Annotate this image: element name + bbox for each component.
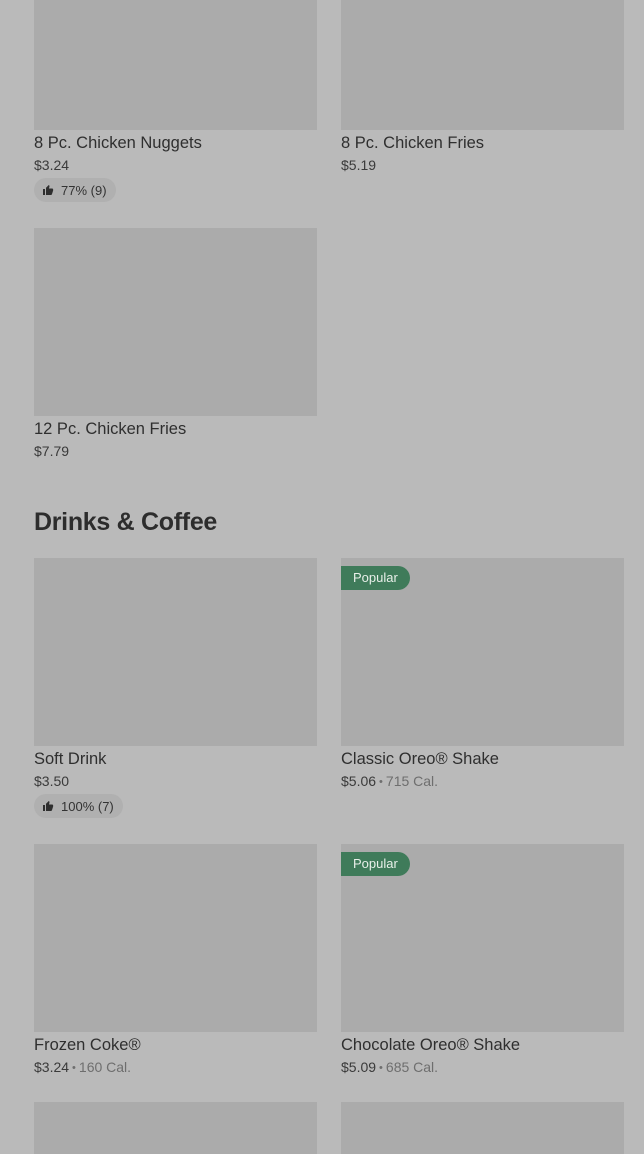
item-name: Soft Drink (34, 750, 107, 768)
item-name: 8 Pc. Chicken Nuggets (34, 134, 202, 152)
menu-item-card[interactable]: Popular Classic Oreo® Shake $5.06 • 715 Ca… (341, 558, 624, 792)
rating-text: 100% (7) (61, 798, 114, 814)
item-name: Classic Oreo® Shake (341, 750, 499, 768)
menu-item-card[interactable]: 12 Pc. Chicken Fries $7.79 (34, 228, 317, 460)
item-calories: 715 Cal. (385, 773, 439, 789)
item-price-row: $3.24 • 160 Cal. (34, 1058, 317, 1078)
item-price: $5.06 (341, 773, 377, 789)
menu-item-card[interactable]: 8 Pc. Chicken Fries $5.19 (341, 0, 624, 174)
menu-item-card[interactable]: Soft Drink $3.50 100% (7) (34, 558, 317, 818)
item-image[interactable]: Popular (341, 558, 624, 746)
popular-badge: Popular (341, 852, 410, 876)
item-image[interactable] (34, 1102, 317, 1154)
item-price: $5.19 (341, 157, 377, 173)
item-price: $5.09 (341, 1059, 377, 1075)
item-price-row: $5.19 (341, 156, 624, 174)
menu-item-card[interactable] (34, 1102, 317, 1154)
item-price: $3.50 (34, 773, 70, 789)
rating-pill: 77% (9) (34, 178, 116, 202)
item-price-row: $3.50 (34, 772, 317, 790)
section-title: Drinks & Coffee (34, 508, 218, 536)
item-price: $7.79 (34, 443, 70, 459)
item-image[interactable]: Popular (341, 844, 624, 1032)
popular-badge: Popular (341, 566, 410, 590)
thumbs-up-icon (43, 801, 54, 811)
item-image[interactable] (34, 558, 317, 746)
menu-item-card[interactable] (341, 1102, 624, 1154)
item-price: $3.24 (34, 1059, 70, 1075)
item-calories: 685 Cal. (385, 1059, 439, 1075)
item-name: 12 Pc. Chicken Fries (34, 420, 187, 438)
item-image[interactable] (34, 228, 317, 416)
item-image[interactable] (341, 0, 624, 130)
menu-item-card[interactable]: 8 Pc. Chicken Nuggets $3.24 77% (9) (34, 0, 317, 202)
item-image[interactable] (34, 0, 317, 130)
item-name: 8 Pc. Chicken Fries (341, 134, 485, 152)
item-price-row: $7.79 (34, 442, 317, 460)
separator-dot: • (72, 1062, 76, 1074)
menu-item-card[interactable]: Frozen Coke® $3.24 • 160 Cal. (34, 844, 317, 1078)
item-price-row: $5.09 • 685 Cal. (341, 1058, 624, 1078)
item-name: Chocolate Oreo® Shake (341, 1036, 521, 1054)
menu-page: 8 Pc. Chicken Nuggets $3.24 77% (9) 8 Pc… (0, 0, 644, 1154)
thumbs-up-icon (43, 185, 54, 195)
rating-pill: 100% (7) (34, 794, 123, 818)
item-image[interactable] (34, 844, 317, 1032)
menu-item-card[interactable]: Popular Chocolate Oreo® Shake $5.09 • 685 … (341, 844, 624, 1078)
separator-dot: • (379, 776, 383, 788)
rating-text: 77% (9) (61, 182, 107, 198)
item-price-row: $5.06 • 715 Cal. (341, 772, 624, 792)
item-name: Frozen Coke® (34, 1036, 141, 1054)
item-calories: 160 Cal. (78, 1059, 132, 1075)
item-price-row: $3.24 (34, 156, 317, 174)
item-price: $3.24 (34, 157, 70, 173)
item-image[interactable] (341, 1102, 624, 1154)
separator-dot: • (379, 1062, 383, 1074)
